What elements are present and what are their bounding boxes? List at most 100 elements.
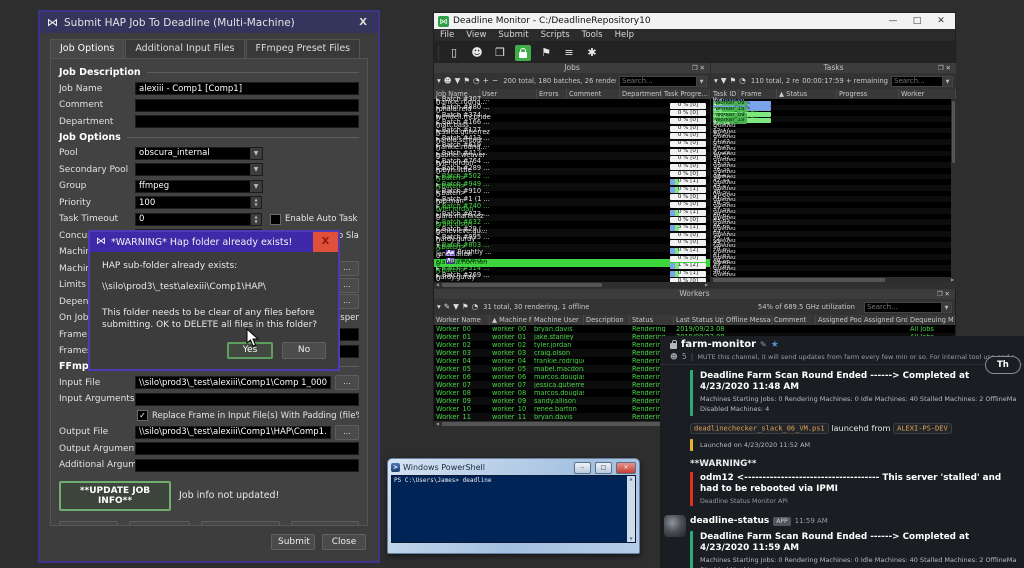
column-header[interactable]: Offline Message	[724, 315, 772, 325]
panel-tool-icon-1[interactable]: ☻	[444, 77, 452, 85]
no-button[interactable]: No	[282, 342, 326, 359]
panel-tool-icon-2[interactable]: ▼	[453, 303, 459, 311]
replace-frame-padding-checkbox[interactable]: ✓Replace Frame in Input File(s) With Pad…	[137, 410, 359, 421]
panel-tool-icon-5[interactable]: +	[483, 77, 489, 85]
window-icon[interactable]: ❐	[492, 45, 508, 61]
column-header[interactable]: Last Status Update	[674, 315, 724, 325]
additional-arguments-field[interactable]	[135, 459, 359, 472]
workers-search[interactable]: ▼	[864, 302, 952, 313]
output-file-field[interactable]	[135, 426, 331, 439]
panel-tool-icon-3[interactable]: ⚑	[462, 303, 469, 311]
scroll-thumb[interactable]	[442, 283, 602, 287]
minimize-button[interactable]: —	[883, 16, 903, 26]
ps-maximize-button[interactable]: □	[595, 462, 612, 474]
tab-ffmpeg-preset-files[interactable]: FFmpeg Preset Files	[246, 39, 361, 58]
job-row[interactable]: ▶Batch #269 ...hurdy.gurdy00 % [0]	[434, 275, 710, 283]
column-header[interactable]: Assigned Pools	[816, 315, 862, 325]
powershell-console[interactable]: PS C:\Users\James> deadline ▲▼	[391, 475, 636, 543]
maximize-button[interactable]: □	[907, 16, 927, 26]
ps-minimize-button[interactable]: –	[574, 462, 591, 474]
search-dropdown-icon[interactable]: ▼	[943, 76, 953, 87]
tasks-search-input[interactable]	[891, 76, 943, 87]
ps-close-button[interactable]: ×	[616, 462, 636, 474]
monitor-titlebar[interactable]: ⋈ Deadline Monitor - C:/DeadlineReposito…	[434, 13, 955, 29]
tasks-hscrollbar[interactable]: ▶	[711, 277, 956, 283]
scroll-thumb[interactable]	[952, 101, 955, 163]
float-panel-icon[interactable]: ❐	[938, 64, 946, 72]
insert-fps-arg-button[interactable]: Insert FPS Arg	[59, 521, 118, 527]
worker-row[interactable]: Worker_00worker_00bryan.davisRendering20…	[434, 325, 955, 333]
menu-view[interactable]: View	[460, 30, 492, 40]
jobs-panel-titlebar[interactable]: Jobs ❐✕	[434, 63, 710, 73]
bookmark-icon[interactable]: ⚑	[538, 45, 554, 61]
channel-name[interactable]: farm-monitor	[681, 339, 756, 350]
spinner-arrows[interactable]: ▲▼	[251, 213, 262, 226]
edit-topic-icon[interactable]: ✎	[760, 340, 767, 349]
tab-additional-input-files[interactable]: Additional Input Files	[125, 39, 244, 58]
warning-dialog-titlebar[interactable]: ⋈ *WARNING* Hap folder already exists! X	[90, 232, 338, 252]
menu-submit[interactable]: Submit	[492, 30, 534, 40]
output-file-browse-button[interactable]: ...	[335, 425, 359, 440]
channel-topic[interactable]: MUTE this channel, it will send updates …	[697, 353, 1014, 361]
scroll-right-icon[interactable]: ▶	[703, 282, 710, 288]
column-header[interactable]: Status	[630, 315, 674, 325]
column-header[interactable]: ▲ Machine Name	[490, 315, 532, 325]
pool-dropdown[interactable]: obscura_internal▼	[135, 147, 263, 160]
comment-field[interactable]	[135, 99, 359, 112]
timestamp[interactable]: 11:59 AM	[795, 517, 828, 525]
tasks-vscrollbar[interactable]	[951, 99, 956, 277]
gear-icon[interactable]: ✱	[584, 45, 600, 61]
job-name-field[interactable]	[135, 82, 359, 95]
user-icon[interactable]: ☻	[469, 45, 485, 61]
menu-file[interactable]: File	[434, 30, 460, 40]
workers-search-input[interactable]	[864, 302, 942, 313]
username[interactable]: deadline-status	[690, 516, 769, 526]
menu-help[interactable]: Help	[609, 30, 640, 40]
close-panel-icon[interactable]: ✕	[700, 64, 707, 72]
panel-tool-icon-4[interactable]: ◔	[473, 77, 480, 85]
scroll-right-icon[interactable]: ▶	[949, 277, 956, 283]
column-header[interactable]: Worker Name	[434, 315, 490, 325]
insert-hap-alpha-arg-button[interactable]: Insert HAP Alpha Arg	[201, 521, 281, 527]
panel-tool-icon-3[interactable]: ⚑	[463, 77, 470, 85]
scroll-thumb[interactable]	[442, 422, 682, 426]
panel-tool-icon-1[interactable]: ▼	[721, 77, 727, 85]
powershell-titlebar[interactable]: > Windows PowerShell – □ ×	[391, 461, 636, 474]
close-panel-icon[interactable]: ✕	[945, 290, 952, 298]
spinner-arrows[interactable]: ▲▼	[251, 196, 262, 209]
output-arguments-field[interactable]	[135, 442, 359, 455]
group-dropdown[interactable]: ffmpeg▼	[135, 180, 263, 193]
input-file-browse-button[interactable]: ...	[335, 375, 359, 390]
menu-scripts[interactable]: Scripts	[535, 30, 576, 40]
panel-tool-icon-0[interactable]: ▾	[437, 77, 441, 85]
submit-dialog-close-button[interactable]: X	[355, 17, 371, 28]
close-panel-icon[interactable]: ✕	[946, 64, 953, 72]
jobs-search[interactable]: ▼	[619, 76, 707, 87]
lock-icon[interactable]	[515, 45, 531, 61]
workers-panel-titlebar[interactable]: Workers ❐✕	[434, 289, 955, 299]
department-field[interactable]	[135, 115, 359, 128]
scroll-left-icon[interactable]: ◀	[434, 282, 441, 288]
list-settings-icon[interactable]: ≡	[561, 45, 577, 61]
task-timeout-stepper[interactable]: ▲▼	[135, 213, 262, 226]
column-header[interactable]: Comment	[772, 315, 816, 325]
submit-button[interactable]: Submit	[271, 534, 315, 550]
scroll-thumb[interactable]	[713, 278, 885, 282]
priority-stepper[interactable]: ▲▼	[135, 196, 263, 209]
avatar[interactable]	[664, 515, 686, 537]
jobs-hscrollbar[interactable]: ◀ ▶	[434, 282, 710, 288]
star-channel-icon[interactable]: ★	[771, 340, 779, 350]
insert-hap-arg-button[interactable]: Insert HAP Arg	[129, 521, 189, 527]
search-dropdown-icon[interactable]: ▼	[942, 302, 952, 313]
panel-tool-icon-2[interactable]: ⚑	[730, 77, 737, 85]
tasks-search[interactable]: ▼	[891, 76, 953, 87]
input-file-field[interactable]	[135, 376, 331, 389]
panel-tool-icon-6[interactable]: −	[492, 77, 498, 85]
thread-pill[interactable]: Th	[985, 356, 1021, 374]
update-job-info-button[interactable]: **UPDATE JOB INFO**	[59, 481, 171, 511]
submit-dialog-titlebar[interactable]: ⋈ Submit HAP Job To Deadline (Multi-Mach…	[40, 12, 378, 33]
warning-close-button[interactable]: X	[313, 232, 338, 252]
float-panel-icon[interactable]: ❐	[937, 290, 945, 298]
column-header[interactable]: Description	[584, 315, 630, 325]
scroll-left-icon[interactable]: ◀	[434, 421, 441, 427]
